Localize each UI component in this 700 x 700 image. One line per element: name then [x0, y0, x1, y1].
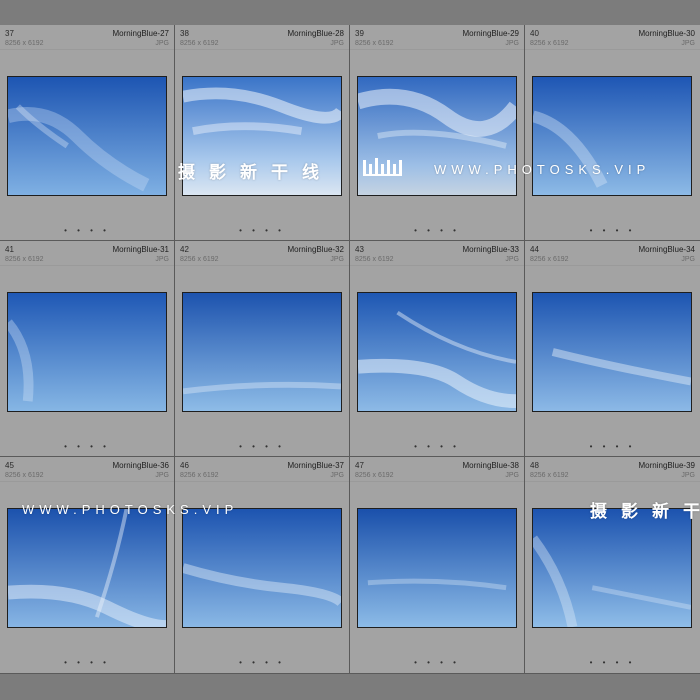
- grid-cell[interactable]: 39 MorningBlue-29 8256 x 6192 JPG • • • …: [350, 25, 525, 241]
- rating-dots[interactable]: • • • •: [0, 442, 174, 451]
- photo-thumbnail[interactable]: [532, 76, 692, 196]
- rating-dots[interactable]: • • • •: [525, 226, 700, 235]
- grid-cell[interactable]: 48 MorningBlue-39 8256 x 6192 JPG • • • …: [525, 457, 700, 674]
- file-name: MorningBlue-30: [638, 29, 695, 38]
- image-dimensions: 8256 x 6192: [180, 256, 219, 263]
- file-name: MorningBlue-34: [638, 245, 695, 254]
- file-name: MorningBlue-39: [638, 461, 695, 470]
- header-divider: [525, 49, 700, 50]
- cell-index: 38: [180, 29, 189, 38]
- grid-cell[interactable]: 42 MorningBlue-32 8256 x 6192 JPG • • • …: [175, 241, 350, 457]
- grid-cell[interactable]: 40 MorningBlue-30 8256 x 6192 JPG • • • …: [525, 25, 700, 241]
- header-divider: [350, 481, 524, 482]
- photo-thumbnail[interactable]: [182, 292, 342, 412]
- image-dimensions: 8256 x 6192: [355, 472, 394, 479]
- header-divider: [175, 49, 349, 50]
- file-format: JPG: [155, 472, 169, 479]
- photo-thumbnail[interactable]: [357, 292, 517, 412]
- rating-dots[interactable]: • • • •: [0, 658, 174, 667]
- grid-cell[interactable]: 38 MorningBlue-28 8256 x 6192 JPG • • • …: [175, 25, 350, 241]
- grid-cell[interactable]: 45 MorningBlue-36 8256 x 6192 JPG • • • …: [0, 457, 175, 674]
- rating-dots[interactable]: • • • •: [350, 226, 524, 235]
- rating-dots[interactable]: • • • •: [525, 658, 700, 667]
- file-format: JPG: [681, 256, 695, 263]
- header-divider: [525, 481, 700, 482]
- cell-index: 46: [180, 461, 189, 470]
- bottom-strip: [0, 674, 700, 700]
- file-format: JPG: [330, 256, 344, 263]
- file-name: MorningBlue-38: [462, 461, 519, 470]
- cell-index: 41: [5, 245, 14, 254]
- image-dimensions: 8256 x 6192: [530, 40, 569, 47]
- file-name: MorningBlue-27: [112, 29, 169, 38]
- rating-dots[interactable]: • • • •: [525, 442, 700, 451]
- grid-cell[interactable]: 43 MorningBlue-33 8256 x 6192 JPG • • • …: [350, 241, 525, 457]
- header-divider: [175, 481, 349, 482]
- photo-thumbnail[interactable]: [7, 292, 167, 412]
- header-divider: [175, 265, 349, 266]
- file-name: MorningBlue-28: [287, 29, 344, 38]
- file-format: JPG: [155, 40, 169, 47]
- grid-cell[interactable]: 37 MorningBlue-27 8256 x 6192 JPG • • • …: [0, 25, 175, 241]
- rating-dots[interactable]: • • • •: [175, 226, 349, 235]
- grid-cell[interactable]: 44 MorningBlue-34 8256 x 6192 JPG • • • …: [525, 241, 700, 457]
- cell-index: 47: [355, 461, 364, 470]
- header-divider: [350, 49, 524, 50]
- photo-thumbnail[interactable]: [7, 508, 167, 628]
- file-format: JPG: [505, 256, 519, 263]
- image-dimensions: 8256 x 6192: [5, 40, 44, 47]
- file-format: JPG: [681, 40, 695, 47]
- rating-dots[interactable]: • • • •: [350, 658, 524, 667]
- file-format: JPG: [330, 472, 344, 479]
- photo-thumbnail[interactable]: [357, 76, 517, 196]
- photo-thumbnail[interactable]: [182, 508, 342, 628]
- cell-index: 37: [5, 29, 14, 38]
- image-dimensions: 8256 x 6192: [180, 40, 219, 47]
- image-dimensions: 8256 x 6192: [355, 256, 394, 263]
- rating-dots[interactable]: • • • •: [175, 442, 349, 451]
- image-dimensions: 8256 x 6192: [5, 256, 44, 263]
- cell-index: 48: [530, 461, 539, 470]
- photo-thumbnail[interactable]: [182, 76, 342, 196]
- header-divider: [0, 265, 174, 266]
- file-name: MorningBlue-37: [287, 461, 344, 470]
- photo-thumbnail[interactable]: [357, 508, 517, 628]
- photo-thumbnail[interactable]: [7, 76, 167, 196]
- thumbnail-grid: 37 MorningBlue-27 8256 x 6192 JPG • • • …: [0, 25, 700, 674]
- file-format: JPG: [330, 40, 344, 47]
- cell-index: 40: [530, 29, 539, 38]
- rating-dots[interactable]: • • • •: [175, 658, 349, 667]
- image-dimensions: 8256 x 6192: [5, 472, 44, 479]
- cell-index: 44: [530, 245, 539, 254]
- cell-index: 39: [355, 29, 364, 38]
- file-name: MorningBlue-33: [462, 245, 519, 254]
- file-format: JPG: [505, 40, 519, 47]
- image-dimensions: 8256 x 6192: [180, 472, 219, 479]
- image-dimensions: 8256 x 6192: [530, 472, 569, 479]
- file-name: MorningBlue-32: [287, 245, 344, 254]
- photo-thumbnail[interactable]: [532, 292, 692, 412]
- cell-index: 45: [5, 461, 14, 470]
- cell-index: 42: [180, 245, 189, 254]
- file-format: JPG: [155, 256, 169, 263]
- photo-thumbnail[interactable]: [532, 508, 692, 628]
- grid-cell[interactable]: 46 MorningBlue-37 8256 x 6192 JPG • • • …: [175, 457, 350, 674]
- image-dimensions: 8256 x 6192: [530, 256, 569, 263]
- header-divider: [0, 481, 174, 482]
- rating-dots[interactable]: • • • •: [0, 226, 174, 235]
- header-divider: [525, 265, 700, 266]
- grid-cell[interactable]: 41 MorningBlue-31 8256 x 6192 JPG • • • …: [0, 241, 175, 457]
- file-name: MorningBlue-36: [112, 461, 169, 470]
- header-divider: [350, 265, 524, 266]
- header-divider: [0, 49, 174, 50]
- image-dimensions: 8256 x 6192: [355, 40, 394, 47]
- cell-index: 43: [355, 245, 364, 254]
- file-name: MorningBlue-31: [112, 245, 169, 254]
- top-strip: [0, 0, 700, 25]
- file-name: MorningBlue-29: [462, 29, 519, 38]
- rating-dots[interactable]: • • • •: [350, 442, 524, 451]
- file-format: JPG: [505, 472, 519, 479]
- file-format: JPG: [681, 472, 695, 479]
- grid-cell[interactable]: 47 MorningBlue-38 8256 x 6192 JPG • • • …: [350, 457, 525, 674]
